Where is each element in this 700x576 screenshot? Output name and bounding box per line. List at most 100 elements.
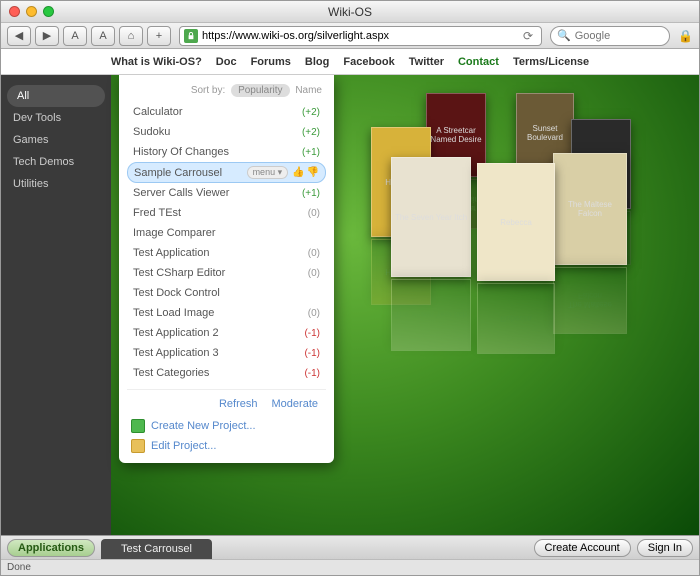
nav-forums[interactable]: Forums [251,56,291,68]
search-bar[interactable]: 🔍 [550,26,670,46]
app-panel: Sort by: Popularity Name Calculator(+2)S… [119,75,334,463]
app-name: Server Calls Viewer [133,187,294,199]
app-row[interactable]: Test Application 2(-1) [127,323,326,343]
poster-title: The Seven Year Itch [394,160,468,274]
padlock-icon: 🔒 [674,29,693,43]
sort-label: Sort by: [191,85,225,96]
browser-toolbar: ◀ ▶ A A ⌂ + ⟳ 🔍 🔒 [1,23,699,49]
poster[interactable]: Rebecca [477,163,555,281]
sort-popularity[interactable]: Popularity [231,84,289,97]
app-name: Sudoku [133,126,294,138]
edit-project-label: Edit Project... [151,440,216,452]
thumb-up-icon[interactable]: 👍 [292,167,304,178]
app-name: Fred TEst [133,207,294,219]
app-name: History Of Changes [133,146,294,158]
titlebar: Wiki-OS [1,1,699,23]
poster: Rebecca [477,283,555,354]
forward-button[interactable]: ▶ [35,26,59,46]
app-row[interactable]: Test Load Image(0) [127,303,326,323]
app-row[interactable]: Image Comparer [127,223,326,243]
moderate-link[interactable]: Moderate [272,398,318,410]
app-row[interactable]: Fred TEst(0) [127,203,326,223]
thumb-down-icon[interactable]: 👎 [307,167,319,178]
app-row[interactable]: Test CSharp Editor(0) [127,263,326,283]
app-row[interactable]: Test Application(0) [127,243,326,263]
window-title: Wiki-OS [1,5,699,19]
sidebar-item-games[interactable]: Games [1,129,111,151]
app-row[interactable]: Calculator(+2) [127,102,326,122]
url-bar[interactable]: ⟳ [179,26,542,46]
app-name: Test Categories [133,367,294,379]
nav-contact[interactable]: Contact [458,56,499,68]
home-button[interactable]: ⌂ [119,26,143,46]
taskbar: Applications Test Carrousel Create Accou… [1,535,699,559]
url-input[interactable] [202,30,515,42]
sidebar-item-utilities[interactable]: Utilities [1,173,111,195]
search-input[interactable] [575,30,655,42]
app-row[interactable]: History Of Changes(+1) [127,142,326,162]
app-row[interactable]: Test Categories(-1) [127,363,326,383]
taskbar-tab[interactable]: Test Carrousel [101,539,212,559]
poster[interactable]: The Maltese Falcon [553,153,627,265]
category-sidebar: AllDev ToolsGamesTech DemosUtilities [1,75,111,535]
reload-icon[interactable]: ⟳ [519,29,537,43]
status-text: Done [7,562,31,573]
lock-icon [184,29,198,43]
poster: The Maltese Falcon [553,267,627,334]
app-name: Test Load Image [133,307,294,319]
app-name: Image Comparer [133,227,294,239]
edit-project-link[interactable]: Edit Project... [131,436,322,456]
poster: The Seven Year Itch [391,279,471,351]
nav-what-is-wiki-os-[interactable]: What is Wiki-OS? [111,56,202,68]
create-account-button[interactable]: Create Account [534,539,631,557]
app-score: (+2) [294,107,320,118]
app-score: (+2) [294,127,320,138]
app-score: (0) [294,268,320,279]
app-row[interactable]: Test Application 3(-1) [127,343,326,363]
nav-facebook[interactable]: Facebook [343,56,394,68]
app-row[interactable]: Sample Carrouselmenu ▾👍👎 [127,162,326,183]
poster-title: The Maltese Falcon [556,156,624,262]
app-score: (-1) [294,348,320,359]
text-smaller-button[interactable]: A [63,26,87,46]
desktop: AllDev ToolsGamesTech DemosUtilities Sor… [1,75,699,535]
new-project-icon [131,419,145,433]
app-row[interactable]: Test Dock Control [127,283,326,303]
carousel[interactable]: A Streetcar Named DesireA Streetcar Name… [361,93,661,333]
sign-in-button[interactable]: Sign In [637,539,693,557]
app-row[interactable]: Sudoku(+2) [127,122,326,142]
sidebar-item-tech-demos[interactable]: Tech Demos [1,151,111,173]
app-score: (-1) [294,328,320,339]
nav-blog[interactable]: Blog [305,56,329,68]
sidebar-item-dev-tools[interactable]: Dev Tools [1,107,111,129]
text-larger-button[interactable]: A [91,26,115,46]
nav-doc[interactable]: Doc [216,56,237,68]
applications-button[interactable]: Applications [7,539,95,557]
nav-twitter[interactable]: Twitter [409,56,444,68]
app-score: (+1) [294,188,320,199]
app-name: Test Application 2 [133,327,294,339]
poster-title: Rebecca [480,166,552,278]
poster[interactable]: The Seven Year Itch [391,157,471,277]
nav-terms-license[interactable]: Terms/License [513,56,589,68]
app-name: Test Application 3 [133,347,294,359]
sidebar-item-all[interactable]: All [7,85,105,107]
search-icon: 🔍 [557,29,571,42]
app-list: Calculator(+2)Sudoku(+2)History Of Chang… [127,102,326,383]
poster-title: The Seven Year Itch [394,282,468,348]
app-name: Calculator [133,106,294,118]
app-row[interactable]: Server Calls Viewer(+1) [127,183,326,203]
app-menu-button[interactable]: menu ▾ [247,166,289,179]
poster-title: The Maltese Falcon [556,270,624,331]
edit-project-icon [131,439,145,453]
create-project-label: Create New Project... [151,420,256,432]
create-project-link[interactable]: Create New Project... [131,416,322,436]
app-name: Test CSharp Editor [133,267,294,279]
app-name: Test Dock Control [133,287,294,299]
app-score: (0) [294,248,320,259]
add-button[interactable]: + [147,26,171,46]
back-button[interactable]: ◀ [7,26,31,46]
sort-name[interactable]: Name [295,85,322,96]
status-bar: Done [1,559,699,575]
refresh-link[interactable]: Refresh [219,398,258,410]
